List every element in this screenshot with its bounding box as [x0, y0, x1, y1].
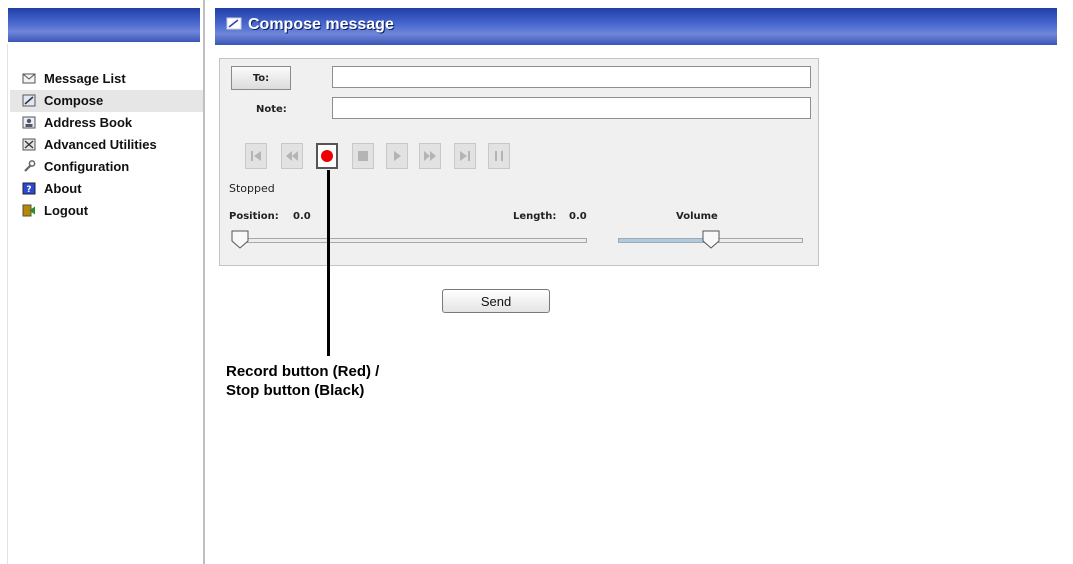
stop-icon — [358, 151, 368, 161]
play-button[interactable] — [386, 143, 408, 169]
address-book-icon — [22, 116, 36, 129]
sidebar-left-edge — [7, 44, 8, 564]
callout-line-1: Record button (Red) / — [226, 363, 380, 380]
fast-forward-icon — [424, 151, 436, 161]
rewind-button[interactable] — [281, 143, 303, 169]
page-title: Compose message — [248, 16, 394, 33]
sidebar-item-label: Compose — [44, 93, 104, 108]
sidebar-divider — [203, 0, 205, 564]
sidebar-item-message-list[interactable]: Message List — [20, 68, 203, 90]
sidebar-item-label: Configuration — [44, 159, 130, 174]
compose-form-panel — [219, 58, 819, 266]
wrench-icon — [24, 160, 36, 172]
sidebar-item-logout[interactable]: Logout — [20, 200, 203, 222]
help-icon: ? — [22, 182, 36, 195]
first-icon — [251, 151, 261, 161]
length-value: 0.0 — [569, 211, 587, 222]
logout-icon — [22, 204, 35, 217]
callout-annotation: Record button (Red) / Stop button (Black… — [226, 362, 486, 400]
utilities-icon — [22, 138, 36, 151]
compose-icon — [22, 94, 36, 107]
callout-line — [327, 170, 330, 356]
length-label: Length: — [513, 211, 557, 222]
sidebar-nav: Message List Compose Address Book Advanc… — [10, 68, 203, 222]
last-icon — [460, 151, 470, 161]
position-label: Position: — [229, 211, 279, 222]
sidebar-item-label: Message List — [44, 71, 126, 86]
sidebar-item-label: Advanced Utilities — [44, 137, 157, 152]
sidebar-item-label: Logout — [44, 203, 89, 218]
sidebar-banner — [8, 8, 200, 42]
volume-slider-fill — [619, 239, 711, 242]
send-button[interactable]: Send — [442, 289, 550, 313]
to-button[interactable]: To: — [231, 66, 291, 90]
sidebar-item-compose[interactable]: Compose — [10, 90, 203, 112]
record-icon — [321, 150, 333, 162]
rewind-icon — [286, 151, 298, 161]
callout-line-2: Stop button (Black) — [226, 382, 365, 399]
play-icon — [394, 151, 401, 161]
sidebar-item-label: Address Book — [44, 115, 133, 130]
pause-button[interactable] — [488, 143, 510, 169]
envelope-icon — [22, 73, 36, 84]
sidebar-item-address-book[interactable]: Address Book — [20, 112, 203, 134]
fast-forward-button[interactable] — [419, 143, 441, 169]
sidebar-item-advanced-utilities[interactable]: Advanced Utilities — [20, 134, 203, 156]
compose-icon — [226, 17, 242, 30]
position-slider[interactable] — [239, 238, 587, 243]
sidebar-item-about[interactable]: ? About — [20, 178, 203, 200]
position-value: 0.0 — [293, 211, 311, 222]
sidebar-item-label: About — [44, 181, 82, 196]
last-button[interactable] — [454, 143, 476, 169]
position-slider-handle[interactable] — [231, 230, 249, 249]
to-field[interactable] — [332, 66, 811, 88]
sidebar-item-configuration[interactable]: Configuration — [20, 156, 203, 178]
playback-status: Stopped — [229, 182, 275, 195]
note-field[interactable] — [332, 97, 811, 119]
svg-text:?: ? — [26, 185, 31, 195]
first-button[interactable] — [245, 143, 267, 169]
stop-button[interactable] — [352, 143, 374, 169]
pause-icon — [495, 151, 503, 161]
record-button[interactable] — [316, 143, 338, 169]
note-label: Note: — [256, 104, 287, 115]
volume-slider-handle[interactable] — [702, 230, 720, 249]
volume-label: Volume — [676, 211, 718, 222]
